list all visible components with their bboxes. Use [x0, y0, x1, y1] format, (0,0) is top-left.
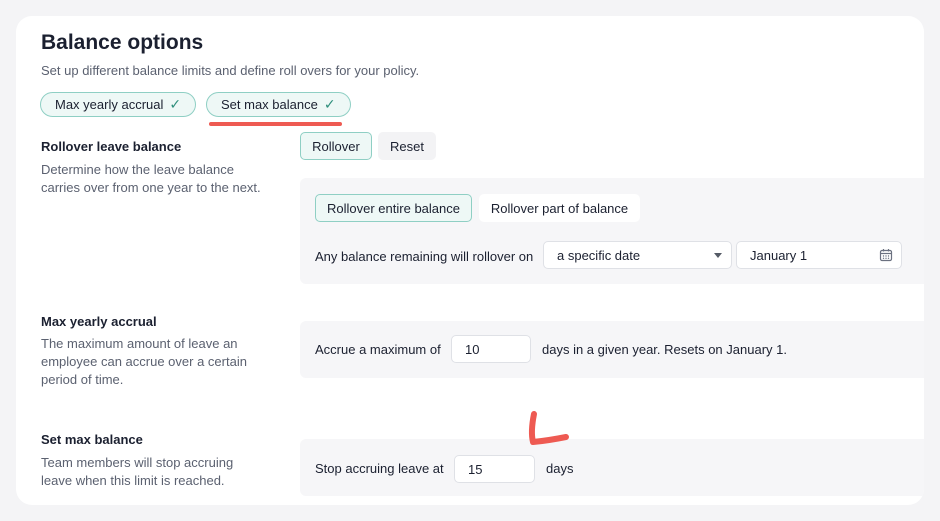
max-balance-prefix: Stop accruing leave at: [315, 461, 444, 476]
check-icon: ✓: [323, 96, 336, 112]
max-accrual-section-title: Max yearly accrual: [41, 314, 157, 329]
annotation-check-mark: [528, 411, 569, 445]
chip-label: Max yearly accrual: [55, 97, 164, 112]
rollover-entire-balance-button[interactable]: Rollover entire balance: [315, 194, 472, 222]
max-accrual-panel: Accrue a maximum of 10 days in a given y…: [300, 321, 924, 378]
max-accrual-input[interactable]: 10: [451, 335, 531, 363]
max-accrual-prefix: Accrue a maximum of: [315, 342, 441, 357]
check-icon: ✓: [169, 96, 182, 112]
rollover-when-select[interactable]: a specific date: [543, 241, 732, 269]
rollover-section-title: Rollover leave balance: [41, 139, 182, 154]
calendar-icon[interactable]: [879, 248, 893, 265]
max-balance-input[interactable]: 15: [454, 455, 535, 483]
max-balance-section-title: Set max balance: [41, 432, 143, 447]
annotation-underline: [209, 122, 342, 126]
max-accrual-suffix: days in a given year. Resets on January …: [542, 342, 787, 357]
select-value: a specific date: [557, 247, 641, 263]
max-accrual-section-description: The maximum amount of leave an employee …: [41, 336, 247, 387]
rollover-date-field[interactable]: January 1: [736, 241, 902, 269]
rollover-section-description: Determine how the leave balance carries …: [41, 162, 261, 195]
rollover-tab[interactable]: Rollover: [300, 132, 372, 160]
max-yearly-accrual-chip[interactable]: Max yearly accrual ✓: [40, 92, 197, 117]
chevron-down-icon: [714, 253, 722, 258]
input-value: 10: [465, 341, 480, 357]
page-title: Balance options: [41, 31, 204, 54]
rollover-part-balance-button[interactable]: Rollover part of balance: [479, 194, 640, 222]
set-max-balance-chip[interactable]: Set max balance ✓: [206, 92, 351, 117]
reset-tab[interactable]: Reset: [378, 132, 436, 160]
balance-options-card: Balance options Set up different balance…: [16, 16, 924, 505]
max-balance-panel: Stop accruing leave at 15 days: [300, 439, 924, 496]
chip-label: Set max balance: [221, 97, 318, 112]
max-balance-section-description: Team members will stop accruing leave wh…: [41, 455, 234, 488]
input-value: 15: [468, 461, 483, 477]
page-subtitle: Set up different balance limits and defi…: [41, 63, 420, 78]
max-balance-suffix: days: [546, 461, 574, 476]
date-value: January 1: [750, 247, 808, 263]
rollover-rule-label: Any balance remaining will rollover on: [315, 249, 534, 264]
rollover-panel: Rollover entire balance Rollover part of…: [300, 178, 924, 284]
